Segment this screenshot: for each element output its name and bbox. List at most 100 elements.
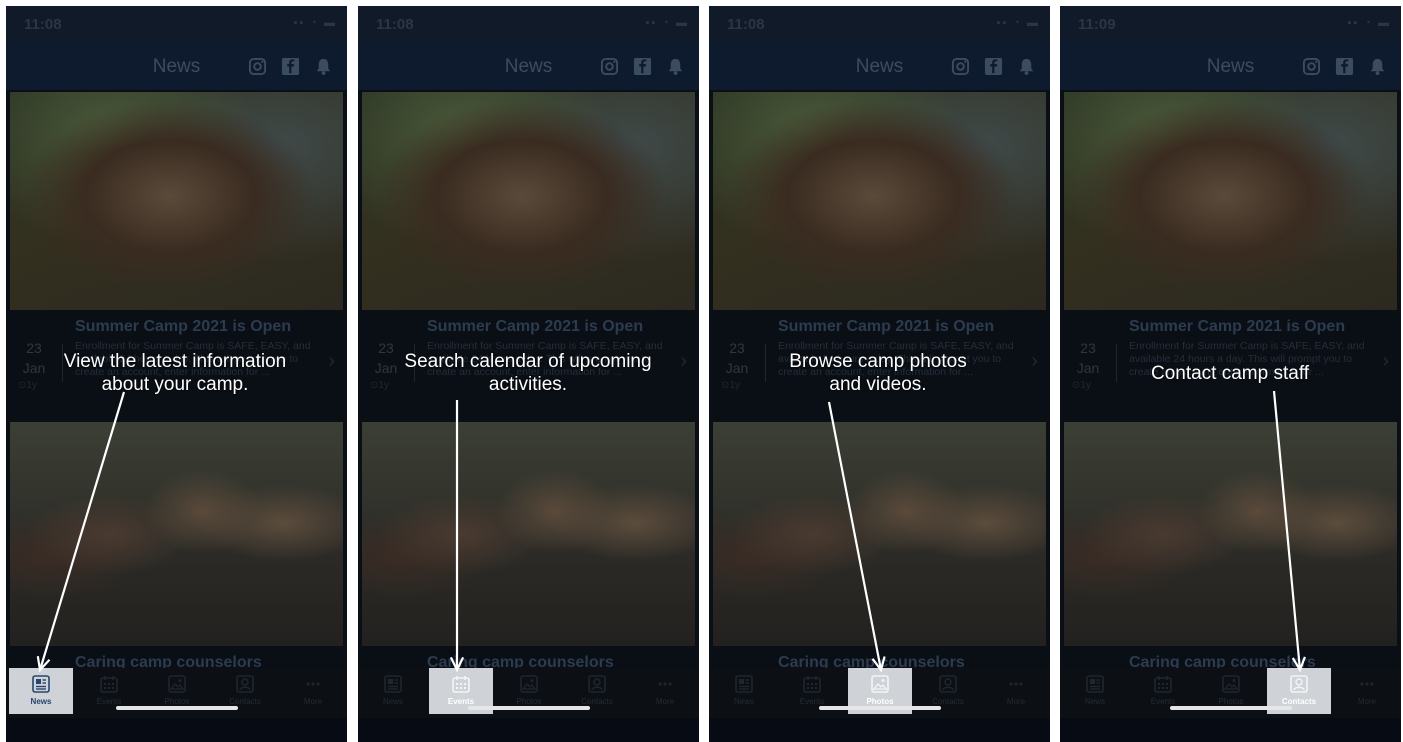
tab-label: News [382,697,403,706]
more-icon [281,674,345,694]
calendar-icon [780,674,844,694]
tab-label: Contacts [932,697,964,706]
tab-more[interactable]: More [633,668,697,714]
home-indicator[interactable] [819,706,941,710]
nav-actions [951,57,1036,76]
news-icon [712,674,776,694]
tab-label: Photos [866,697,894,706]
photos-icon [1199,674,1263,694]
tab-label: Events [799,697,825,706]
facebook-icon[interactable] [1335,57,1354,76]
signal-wifi-battery-icon: ▪▪ ◔ ▬ [293,17,337,29]
tab-label: News [1084,697,1105,706]
tab-more[interactable]: More [984,668,1048,714]
tutorial-caption: Contact camp staff [1150,363,1310,384]
tab-label: Photos [516,697,542,706]
news-date-month: Jan [725,360,749,376]
tab-label: More [1357,697,1377,706]
news-image-kids-icon[interactable] [10,422,343,646]
instagram-icon[interactable] [951,57,970,76]
news-image-kids-icon[interactable] [713,422,1046,646]
news-title[interactable]: Summer Camp 2021 is Open [778,318,994,336]
tab-bar: News Events Photos Contacts More [6,668,347,718]
more-icon [633,674,697,694]
news-title[interactable]: Summer Camp 2021 is Open [1129,318,1345,336]
nav-actions [600,57,685,76]
news-image-hands-icon[interactable] [10,92,343,310]
bell-icon[interactable] [1017,57,1036,76]
contacts-icon [1267,674,1331,694]
facebook-icon[interactable] [281,57,300,76]
chevron-right-icon[interactable]: › [680,350,687,373]
tab-label: Photos [164,697,190,706]
nav-actions [1302,57,1387,76]
chevron-right-icon[interactable]: › [328,350,335,373]
tab-bar: News Events Photos Contacts More [1060,668,1401,718]
bell-icon[interactable] [314,57,333,76]
tab-label: More [655,697,675,706]
facebook-icon[interactable] [633,57,652,76]
news-image-kids-icon[interactable] [362,422,695,646]
news-age: ⊙1y [721,380,740,391]
photos-icon [848,674,912,694]
chevron-right-icon[interactable]: › [1031,350,1038,373]
calendar-icon [1131,674,1195,694]
status-bar: 11:09 ▪▪ ◔ ▬ [1060,6,1401,42]
tab-label: Events [447,697,475,706]
phone-screen-3: 11:08 ▪▪ ◔ ▬ News Summer Camp 2021 is Op… [709,6,1050,742]
tab-label: Contacts [1281,697,1317,706]
news-date-day: 23 [729,340,745,356]
chevron-right-icon[interactable]: › [1382,350,1389,373]
news-image-hands-icon[interactable] [362,92,695,310]
photos-icon [497,674,561,694]
tutorial-caption: Search calendar of upcoming activities. [404,351,652,395]
bell-icon[interactable] [666,57,685,76]
news-icon [1063,674,1127,694]
tab-label: Events [1150,697,1176,706]
bell-icon[interactable] [1368,57,1387,76]
more-icon [984,674,1048,694]
tab-news[interactable]: News [361,668,425,714]
signal-wifi-battery-icon: ▪▪ ◔ ▬ [1347,17,1391,29]
nav-bar: News [358,42,699,90]
instagram-icon[interactable] [1302,57,1321,76]
tab-label: Contacts [581,697,613,706]
tab-news[interactable]: News [1063,668,1127,714]
photos-icon [145,674,209,694]
tab-label: Events [96,697,122,706]
home-indicator[interactable] [116,706,238,710]
news-image-kids-icon[interactable] [1064,422,1397,646]
instagram-icon[interactable] [248,57,267,76]
signal-wifi-battery-icon: ▪▪ ◔ ▬ [645,17,689,29]
nav-bar: News [1060,42,1401,90]
tab-more[interactable]: More [281,668,345,714]
signal-wifi-battery-icon: ▪▪ ◔ ▬ [996,17,1040,29]
nav-actions [248,57,333,76]
tab-news[interactable]: News [9,668,73,714]
phone-screen-2: 11:08 ▪▪ ◔ ▬ News Summer Camp 2021 is Op… [358,6,699,742]
news-image-hands-icon[interactable] [1064,92,1397,310]
status-bar: 11:08 ▪▪ ◔ ▬ [709,6,1050,42]
divider [1116,344,1117,382]
status-time: 11:08 [376,16,414,33]
phone-screen-4: 11:09 ▪▪ ◔ ▬ News Summer Camp 2021 is Op… [1060,6,1401,742]
news-image-hands-icon[interactable] [713,92,1046,310]
tab-label: News [30,697,52,706]
facebook-icon[interactable] [984,57,1003,76]
tab-label: Contacts [229,697,261,706]
news-title[interactable]: Summer Camp 2021 is Open [75,318,291,336]
contacts-icon [916,674,980,694]
tab-more[interactable]: More [1335,668,1399,714]
nav-bar: News [6,42,347,90]
contacts-icon [565,674,629,694]
tab-news[interactable]: News [712,668,776,714]
home-indicator[interactable] [1170,706,1292,710]
tab-label: News [733,697,754,706]
news-icon [361,674,425,694]
status-bar: 11:08 ▪▪ ◔ ▬ [6,6,347,42]
instagram-icon[interactable] [600,57,619,76]
news-title[interactable]: Summer Camp 2021 is Open [427,318,643,336]
home-indicator[interactable] [468,706,590,710]
news-age: ⊙1y [1072,380,1091,391]
news-date-month: Jan [1076,360,1100,376]
